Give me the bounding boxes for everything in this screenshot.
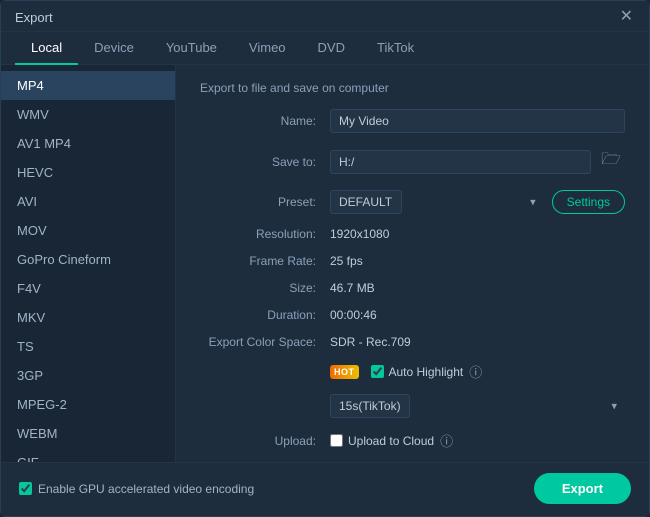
- browse-folder-button[interactable]: 🗁: [597, 146, 625, 177]
- duration-row: Duration: 00:00:46: [200, 308, 625, 322]
- settings-button[interactable]: Settings: [552, 190, 625, 214]
- sidebar-item-gopro[interactable]: GoPro Cineform: [1, 245, 175, 274]
- hot-badge: HOT: [330, 365, 359, 379]
- preset-select[interactable]: DEFAULT Custom: [330, 190, 402, 214]
- auto-highlight-checkbox[interactable]: [371, 365, 384, 378]
- sidebar-item-mp4[interactable]: MP4: [1, 71, 175, 100]
- export-button[interactable]: Export: [534, 473, 631, 504]
- sidebar-item-avi[interactable]: AVI: [1, 187, 175, 216]
- duration-value: 00:00:46: [330, 308, 625, 322]
- tab-youtube[interactable]: YouTube: [150, 32, 233, 65]
- path-row: 🗁: [330, 146, 625, 177]
- name-row: Name:: [200, 109, 625, 133]
- save-to-label: Save to:: [200, 155, 330, 169]
- save-to-row: Save to: 🗁: [200, 146, 625, 177]
- tab-dvd[interactable]: DVD: [302, 32, 361, 65]
- sidebar-item-mkv[interactable]: MKV: [1, 303, 175, 332]
- upload-cloud-info-icon[interactable]: ⓘ: [440, 431, 453, 450]
- save-path-input[interactable]: [330, 150, 591, 174]
- sidebar-item-3gp[interactable]: 3GP: [1, 361, 175, 390]
- duration-label: Duration:: [200, 308, 330, 322]
- auto-highlight-row: HOT Auto Highlight ⓘ: [200, 362, 625, 381]
- color-space-value: SDR - Rec.709: [330, 335, 625, 349]
- frame-rate-label: Frame Rate:: [200, 254, 330, 268]
- title-bar: Export ✕: [1, 1, 649, 32]
- upload-cloud-text: Upload to Cloud: [348, 434, 434, 448]
- frame-rate-row: Frame Rate: 25 fps: [200, 254, 625, 268]
- tab-device[interactable]: Device: [78, 32, 150, 65]
- tab-vimeo[interactable]: Vimeo: [233, 32, 302, 65]
- name-input[interactable]: [330, 109, 625, 133]
- tiktok-duration-select[interactable]: 15s(TikTok) 60s(TikTok) Custom: [330, 394, 410, 418]
- export-dialog: Export ✕ Local Device YouTube Vimeo DVD …: [0, 0, 650, 517]
- sidebar-item-mov[interactable]: MOV: [1, 216, 175, 245]
- gpu-encoding-checkbox[interactable]: [19, 482, 32, 495]
- sidebar-item-ts[interactable]: TS: [1, 332, 175, 361]
- sidebar-item-mpeg2[interactable]: MPEG-2: [1, 390, 175, 419]
- upload-label: Upload:: [200, 434, 330, 448]
- content-area: MP4 WMV AV1 MP4 HEVC AVI MOV GoPro Cinef…: [1, 65, 649, 462]
- sidebar-item-hevc[interactable]: HEVC: [1, 158, 175, 187]
- tab-bar: Local Device YouTube Vimeo DVD TikTok: [1, 32, 649, 65]
- resolution-value: 1920x1080: [330, 227, 625, 241]
- gpu-encoding-text: Enable GPU accelerated video encoding: [38, 482, 254, 496]
- export-hint: Export to file and save on computer: [200, 81, 625, 95]
- color-space-row: Export Color Space: SDR - Rec.709: [200, 335, 625, 349]
- size-value: 46.7 MB: [330, 281, 625, 295]
- upload-row: Upload: Upload to Cloud ⓘ: [200, 431, 625, 450]
- name-label: Name:: [200, 114, 330, 128]
- upload-controls: Upload to Cloud ⓘ: [330, 431, 453, 450]
- sidebar-item-f4v[interactable]: F4V: [1, 274, 175, 303]
- auto-highlight-label[interactable]: Auto Highlight: [371, 365, 464, 379]
- preset-row: Preset: DEFAULT Custom Settings: [200, 190, 625, 214]
- sidebar-item-gif[interactable]: GIF: [1, 448, 175, 462]
- tiktok-select-wrapper: 15s(TikTok) 60s(TikTok) Custom: [330, 394, 625, 418]
- tab-tiktok[interactable]: TikTok: [361, 32, 430, 65]
- dialog-footer: Enable GPU accelerated video encoding Ex…: [1, 462, 649, 516]
- tab-local[interactable]: Local: [15, 32, 78, 65]
- tiktok-select-row: 15s(TikTok) 60s(TikTok) Custom: [200, 394, 625, 418]
- color-space-label: Export Color Space:: [200, 335, 330, 349]
- resolution-label: Resolution:: [200, 227, 330, 241]
- format-sidebar: MP4 WMV AV1 MP4 HEVC AVI MOV GoPro Cinef…: [1, 65, 176, 462]
- preset-controls: DEFAULT Custom Settings: [330, 190, 625, 214]
- sidebar-item-webm[interactable]: WEBM: [1, 419, 175, 448]
- size-row: Size: 46.7 MB: [200, 281, 625, 295]
- upload-cloud-checkbox[interactable]: [330, 434, 343, 447]
- dialog-title: Export: [15, 10, 53, 25]
- preset-select-wrapper: DEFAULT Custom: [330, 190, 544, 214]
- sidebar-item-wmv[interactable]: WMV: [1, 100, 175, 129]
- auto-highlight-info-icon[interactable]: ⓘ: [469, 362, 482, 381]
- size-label: Size:: [200, 281, 330, 295]
- preset-label: Preset:: [200, 195, 330, 209]
- auto-highlight-text: Auto Highlight: [389, 365, 464, 379]
- sidebar-item-av1mp4[interactable]: AV1 MP4: [1, 129, 175, 158]
- resolution-row: Resolution: 1920x1080: [200, 227, 625, 241]
- folder-icon: 🗁: [601, 151, 621, 168]
- tiktok-select-controls: 15s(TikTok) 60s(TikTok) Custom: [330, 394, 625, 418]
- frame-rate-value: 25 fps: [330, 254, 625, 268]
- close-button[interactable]: ✕: [618, 9, 635, 25]
- gpu-encoding-label[interactable]: Enable GPU accelerated video encoding: [19, 482, 254, 496]
- upload-cloud-label[interactable]: Upload to Cloud: [330, 434, 434, 448]
- highlight-controls: HOT Auto Highlight ⓘ: [330, 362, 482, 381]
- settings-panel: Export to file and save on computer Name…: [176, 65, 649, 462]
